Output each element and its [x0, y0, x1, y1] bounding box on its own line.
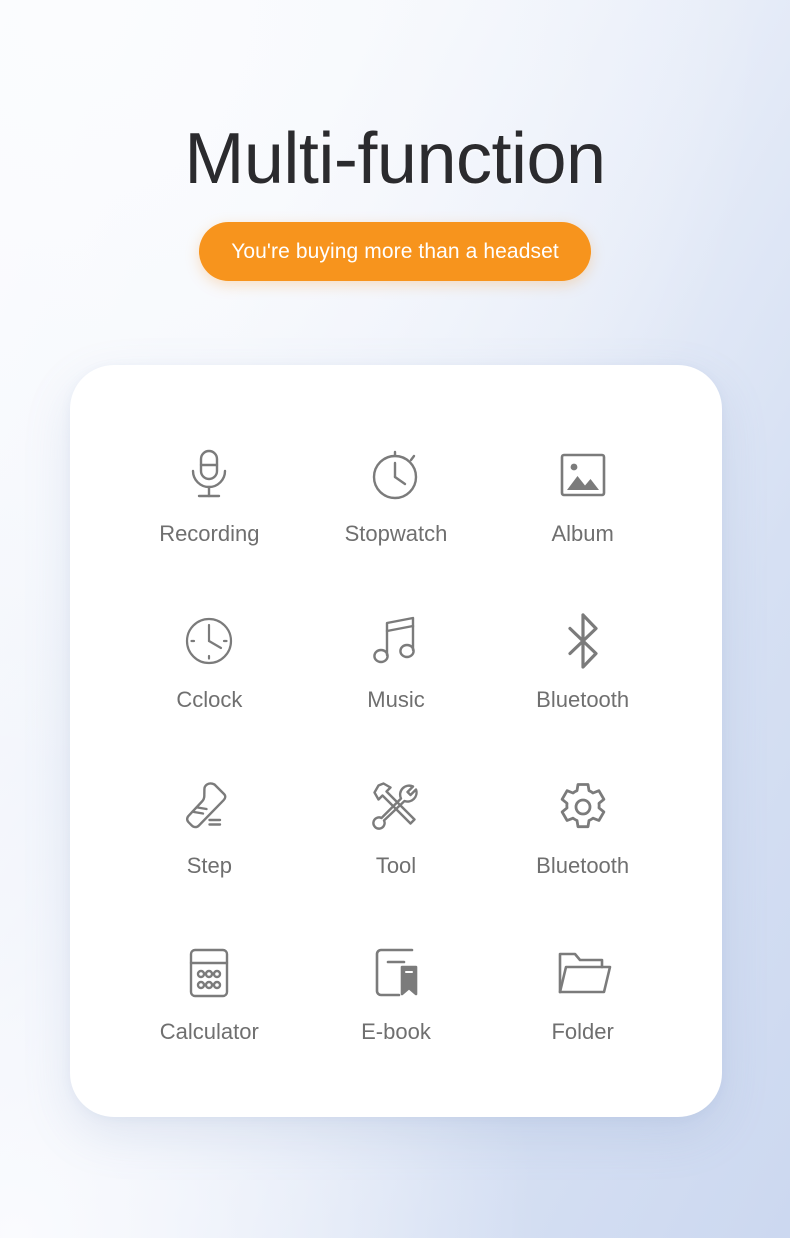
page-title: Multi-function [184, 119, 606, 199]
feature-item-bluetooth[interactable]: Bluetooth [489, 579, 676, 745]
feature-item-calculator[interactable]: Calculator [116, 911, 303, 1077]
feature-item-album[interactable]: Album [489, 413, 676, 579]
stopwatch-icon [366, 445, 426, 505]
feature-label: Stopwatch [344, 521, 448, 546]
folder-icon [553, 943, 613, 1003]
feature-item-settings[interactable]: Bluetooth [489, 745, 676, 911]
feature-label: Album [551, 521, 614, 546]
feature-item-recording[interactable]: Recording [116, 413, 303, 579]
promo-page: Multi-function You're buying more than a… [0, 0, 790, 1238]
tagline-badge-container: You're buying more than a headset [0, 222, 790, 281]
feature-item-music[interactable]: Music [303, 579, 490, 745]
feature-label: Recording [159, 521, 260, 546]
feature-item-clock[interactable]: Cclock [116, 579, 303, 745]
tools-icon [366, 777, 426, 837]
feature-label: Cclock [176, 687, 243, 712]
feature-grid: Recording Stopwatch Album Cclock Music B… [116, 413, 676, 1077]
tagline-badge: You're buying more than a headset [199, 222, 591, 281]
feature-label: Calculator [159, 1019, 259, 1044]
feature-label: Music [367, 687, 425, 712]
feature-label: Folder [551, 1019, 614, 1044]
microphone-icon [179, 445, 239, 505]
photo-icon [553, 445, 613, 505]
feature-item-folder[interactable]: Folder [489, 911, 676, 1077]
feature-label: Step [186, 853, 232, 878]
clock-icon [179, 611, 239, 671]
gear-icon [553, 777, 613, 837]
feature-item-stopwatch[interactable]: Stopwatch [303, 413, 490, 579]
feature-item-step[interactable]: Step [116, 745, 303, 911]
music-note-icon [366, 611, 426, 671]
shoe-icon [179, 777, 239, 837]
feature-item-tool[interactable]: Tool [303, 745, 490, 911]
feature-item-ebook[interactable]: E-book [303, 911, 490, 1077]
feature-label: Bluetooth [536, 687, 630, 712]
calculator-icon [179, 943, 239, 1003]
bluetooth-icon [553, 611, 613, 671]
feature-label: Tool [375, 853, 417, 878]
feature-label: Bluetooth [536, 853, 630, 878]
page-header: Multi-function You're buying more than a… [0, 0, 790, 281]
feature-label: E-book [361, 1019, 431, 1044]
feature-card: Recording Stopwatch Album Cclock Music B… [70, 365, 722, 1117]
book-bookmark-icon [366, 943, 426, 1003]
